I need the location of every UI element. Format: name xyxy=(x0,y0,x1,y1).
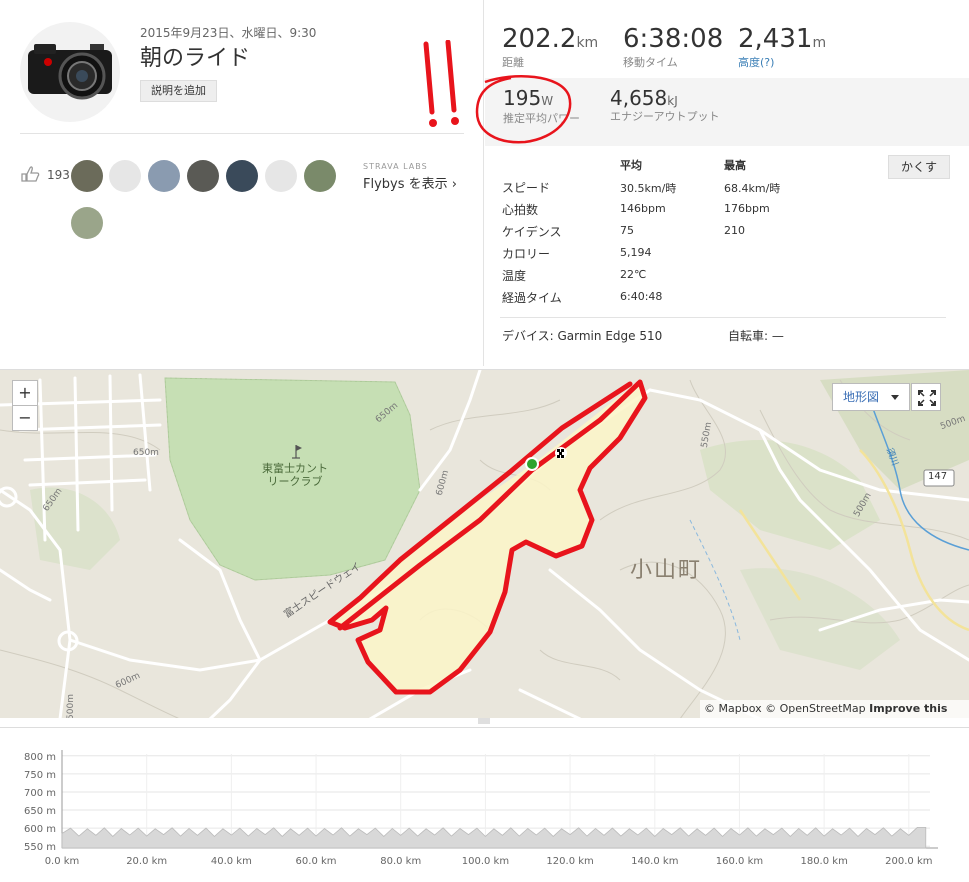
kudos-avatar[interactable] xyxy=(187,160,219,192)
activity-date: 2015年9月23日、水曜日、9:30 xyxy=(140,26,317,40)
elevation-profile[interactable]: 800 m 750 m 700 m 650 m 600 m 550 m 0.0 km 20.0… xyxy=(0,727,969,877)
divider xyxy=(500,317,946,318)
stat-distance: 202.2km 距離 xyxy=(502,24,598,70)
row-avg: 75 xyxy=(620,224,634,237)
activity-title: 朝のライド xyxy=(140,46,251,71)
map-type-select[interactable]: 地形図 xyxy=(832,383,910,411)
row-max: 210 xyxy=(724,224,745,237)
device-info: デバイス: Garmin Edge 510 xyxy=(502,329,663,343)
divider xyxy=(20,133,464,134)
energy-value: 4,658 xyxy=(610,86,668,110)
x-tick-label: 160.0 km xyxy=(716,856,763,867)
elevation-area xyxy=(61,827,927,849)
flybys-link[interactable]: Flybys を表示 › xyxy=(363,173,457,192)
camera-icon xyxy=(28,44,112,100)
x-tick-label: 180.0 km xyxy=(800,856,847,867)
town-label: 小山町 xyxy=(630,558,703,583)
row-avg: 5,194 xyxy=(620,246,652,259)
elevation-unit: m xyxy=(812,35,827,51)
max-header: 最高 xyxy=(724,159,746,172)
stat-energy: 4,658kJ エナジーアウトプット xyxy=(610,86,730,123)
add-description-button[interactable]: 説明を追加 xyxy=(140,80,217,102)
kudos-avatar[interactable] xyxy=(304,160,336,192)
athlete-avatar[interactable] xyxy=(20,22,120,122)
kudos-icon[interactable] xyxy=(20,165,42,183)
kudos-avatar[interactable] xyxy=(148,160,180,192)
elevation-chart[interactable]: 800 m 750 m 700 m 650 m 600 m 550 m 0.0 km 20.0… xyxy=(0,728,969,878)
x-tick-label: 80.0 km xyxy=(380,856,421,867)
caret-down-icon xyxy=(890,395,899,400)
row-avg: 22℃ xyxy=(620,268,647,281)
start-marker[interactable] xyxy=(525,457,539,471)
zoom-in-button[interactable]: + xyxy=(12,380,38,406)
elevation-value: 2,431 xyxy=(738,24,813,54)
row-avg: 30.5km/時 xyxy=(620,182,677,195)
x-tick-label: 200.0 km xyxy=(885,856,932,867)
moving-time-value: 6:38:08 xyxy=(623,24,724,54)
distance-value: 202.2 xyxy=(502,24,577,54)
zoom-out-button[interactable]: − xyxy=(12,405,38,431)
row-avg: 6:40:48 xyxy=(620,290,663,303)
row-label: 経過タイム xyxy=(502,291,562,305)
contour-label: 650m xyxy=(133,448,159,458)
distance-unit: km xyxy=(576,35,599,51)
y-tick-label: 700 m xyxy=(24,788,56,799)
energy-label: エナジーアウトプット xyxy=(610,110,720,123)
energy-unit: kJ xyxy=(667,94,678,108)
bike-info[interactable]: 自転車: — xyxy=(728,327,784,344)
x-tick-label: 60.0 km xyxy=(296,856,337,867)
y-tick-label: 750 m xyxy=(24,770,56,781)
kudos-avatar[interactable] xyxy=(71,160,103,192)
row-label: カロリー xyxy=(502,247,551,261)
x-tick-label: 140.0 km xyxy=(631,856,678,867)
y-tick-label: 800 m xyxy=(24,752,56,763)
handwritten-annotation xyxy=(418,39,468,134)
stat-moving-time: 6:38:08 移動タイム xyxy=(623,24,723,70)
stat-elevation: 2,431m 高度(?) xyxy=(738,24,826,70)
row-avg: 146bpm xyxy=(620,202,666,215)
expand-icon xyxy=(918,390,936,406)
map-canvas[interactable] xyxy=(0,370,969,718)
fullscreen-button[interactable] xyxy=(911,383,941,411)
x-tick-label: 100.0 km xyxy=(462,856,509,867)
kudos-avatar[interactable] xyxy=(265,160,297,192)
power-annotation-circle xyxy=(475,74,572,144)
kudos-avatar[interactable] xyxy=(109,160,141,192)
y-tick-label: 650 m xyxy=(24,806,56,817)
activity-summary: 2015年9月23日、水曜日、9:30 朝のライド 説明を追加 193 STRA… xyxy=(0,0,484,366)
y-tick-label: 600 m xyxy=(24,824,56,835)
kudos-avatar[interactable] xyxy=(71,207,103,239)
x-tick-label: 120.0 km xyxy=(546,856,593,867)
row-label: スピード xyxy=(502,181,551,195)
row-label: 心拍数 xyxy=(502,203,539,217)
stats-panel: 202.2km 距離 6:38:08 移動タイム 2,431m 高度(?) 19… xyxy=(475,0,969,366)
moving-time-label: 移動タイム xyxy=(623,56,678,69)
row-label: ケイデンス xyxy=(502,225,562,239)
hide-details-button[interactable]: かくす xyxy=(888,155,951,179)
row-max: 176bpm xyxy=(724,202,770,215)
x-tick-label: 40.0 km xyxy=(211,856,252,867)
strava-labs-label: STRAVA LABS xyxy=(363,162,428,171)
y-tick-label: 550 m xyxy=(24,842,56,853)
distance-label: 距離 xyxy=(502,56,524,69)
avg-header: 平均 xyxy=(620,159,642,172)
road-number: 147 xyxy=(928,471,948,482)
map-attribution: © Mapbox © OpenStreetMap Improve this ma… xyxy=(700,700,969,718)
x-tick-label: 20.0 km xyxy=(126,856,167,867)
country-club-label: 東富士カント リークラブ xyxy=(262,462,328,488)
contour-label: 500m xyxy=(65,694,76,718)
kudos-avatar[interactable] xyxy=(226,160,258,192)
route-map[interactable]: 東富士カント リークラブ 小山町 富士スピードウェイ 147 650m 650m… xyxy=(0,369,969,718)
x-tick-label: 0.0 km xyxy=(45,856,80,867)
finish-flag-icon[interactable] xyxy=(555,447,567,459)
elevation-label[interactable]: 高度(?) xyxy=(738,54,826,70)
kudos-count[interactable]: 193 xyxy=(47,168,70,182)
row-max: 68.4km/時 xyxy=(724,182,781,195)
row-label: 温度 xyxy=(502,269,527,283)
resize-handle-icon[interactable] xyxy=(476,718,492,724)
